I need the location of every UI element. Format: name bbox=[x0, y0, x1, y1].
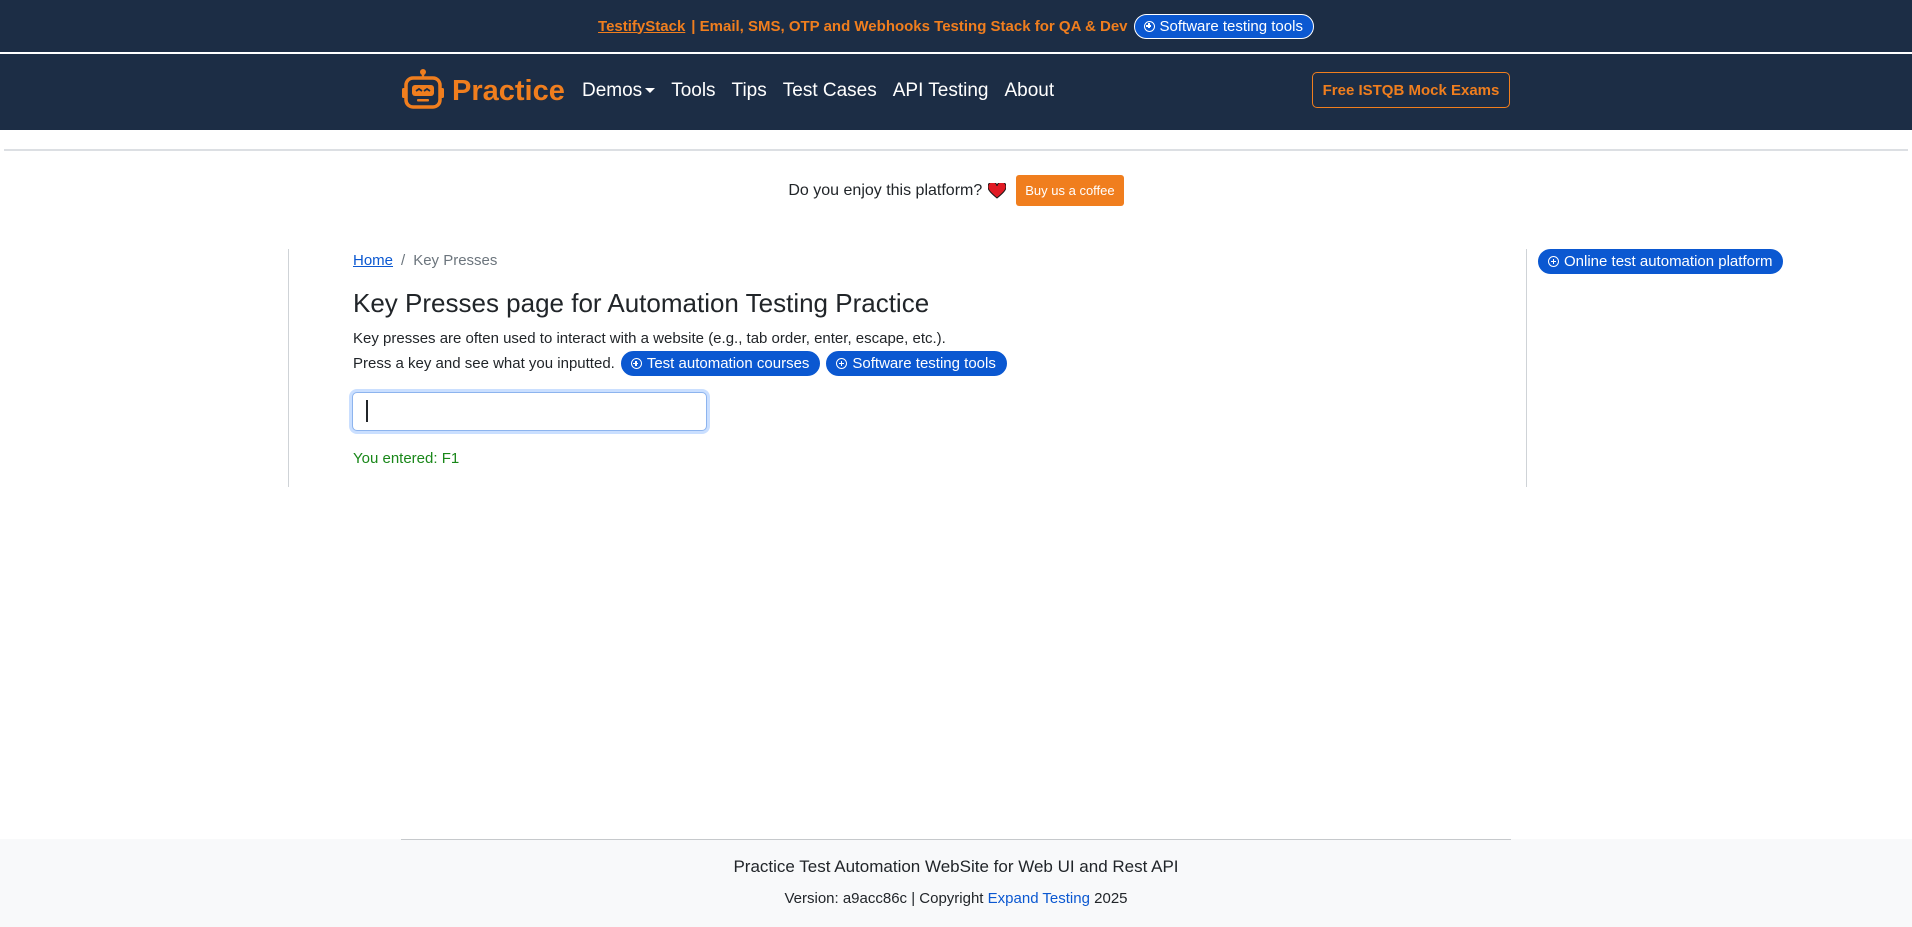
version-text: Version: a9acc86c | Copyright bbox=[784, 890, 984, 907]
logo-text: Practice bbox=[452, 74, 565, 107]
plus-circle-icon bbox=[1143, 20, 1155, 32]
footer-divider bbox=[401, 839, 1511, 840]
online-test-automation-platform-button[interactable]: Online test automation platform bbox=[1538, 249, 1784, 274]
tools-pill-label: Software testing tools bbox=[852, 355, 996, 372]
description-line-1: Key presses are often used to interact w… bbox=[353, 330, 946, 347]
istqb-mock-exams-button[interactable]: Free ISTQB Mock Exams bbox=[1312, 72, 1510, 108]
nav-about[interactable]: About bbox=[1005, 80, 1055, 102]
nav-test-cases[interactable]: Test Cases bbox=[783, 80, 877, 102]
footer-version: Version: a9acc86c | Copyright Expand Tes… bbox=[0, 890, 1912, 907]
caret-down-icon bbox=[645, 88, 656, 94]
banner-pill-label: Software testing tools bbox=[1159, 17, 1303, 35]
robot-logo-icon bbox=[402, 69, 444, 109]
banner-text: | Email, SMS, OTP and Webhooks Testing S… bbox=[691, 17, 1128, 35]
text-cursor bbox=[366, 400, 368, 422]
sidebar-pill-label: Online test automation platform bbox=[1564, 253, 1773, 270]
breadcrumb: Home / Key Presses bbox=[353, 252, 497, 269]
nav-api-testing[interactable]: API Testing bbox=[893, 80, 989, 102]
right-divider bbox=[1526, 249, 1527, 487]
left-divider bbox=[288, 249, 289, 487]
navbar: Practice Demos Tools Tips Test Cases API… bbox=[0, 54, 1912, 130]
plus-circle-icon bbox=[1548, 256, 1559, 267]
heart-icon bbox=[988, 182, 1007, 199]
plus-circle-icon bbox=[630, 358, 642, 369]
top-banner: TestifyStack | Email, SMS, OTP and Webho… bbox=[0, 0, 1912, 54]
divider bbox=[4, 149, 1908, 151]
nav-tips[interactable]: Tips bbox=[732, 80, 767, 102]
key-press-input[interactable] bbox=[352, 392, 707, 431]
footer-title: Practice Test Automation WebSite for Web… bbox=[733, 857, 1179, 876]
result-text: You entered: F1 bbox=[353, 450, 460, 467]
breadcrumb-current: Key Presses bbox=[413, 252, 498, 269]
courses-pill-label: Test automation courses bbox=[646, 355, 810, 372]
breadcrumb-home-link[interactable]: Home bbox=[353, 252, 393, 269]
nav-demos[interactable]: Demos bbox=[582, 80, 656, 102]
copyright-year: 2025 bbox=[1094, 890, 1128, 907]
testifystack-link[interactable]: TestifyStack bbox=[598, 18, 685, 35]
breadcrumb-separator: / bbox=[401, 252, 406, 269]
description-text: Press a key and see what you inputted. bbox=[353, 355, 615, 372]
nav-links: Demos Tools Tips Test Cases API Testing … bbox=[582, 80, 1054, 102]
expand-testing-link[interactable]: Expand Testing bbox=[988, 890, 1090, 907]
nav-tools[interactable]: Tools bbox=[671, 80, 715, 102]
software-testing-tools-button[interactable]: Software testing tools bbox=[826, 351, 1007, 376]
plus-circle-icon bbox=[836, 358, 848, 369]
logo-link[interactable]: Practice bbox=[400, 68, 565, 114]
promo-question: Do you enjoy this platform? bbox=[788, 181, 983, 199]
banner-software-tools-button[interactable]: Software testing tools bbox=[1133, 13, 1314, 39]
test-automation-courses-button[interactable]: Test automation courses bbox=[620, 351, 821, 376]
page-title: Key Presses page for Automation Testing … bbox=[353, 288, 930, 318]
nav-demos-label: Demos bbox=[582, 80, 643, 101]
footer: Practice Test Automation WebSite for Web… bbox=[0, 839, 1912, 927]
buy-coffee-button[interactable]: Buy us a coffee bbox=[1016, 175, 1124, 206]
description-line-2: Press a key and see what you inputted. T… bbox=[353, 351, 1007, 376]
support-promo: Do you enjoy this platform? Buy us a cof… bbox=[0, 175, 1912, 206]
